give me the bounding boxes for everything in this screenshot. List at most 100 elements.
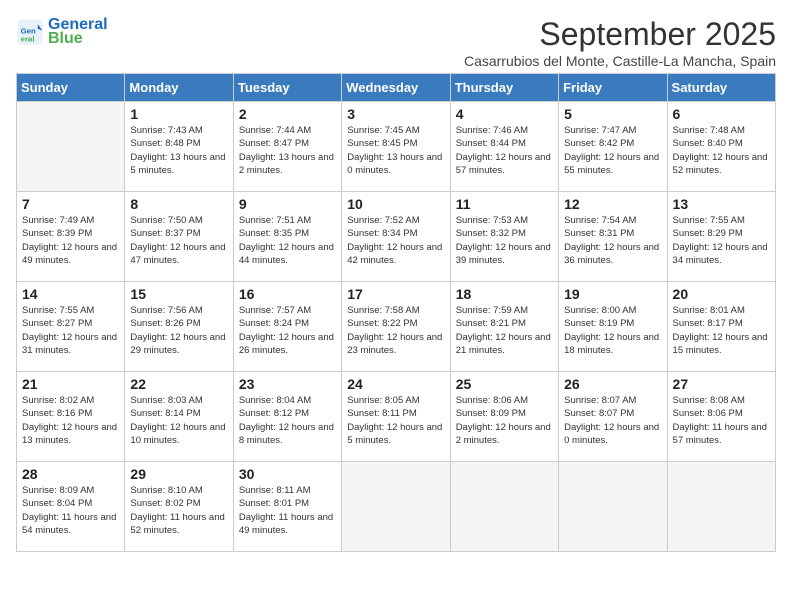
weekday-header-wednesday: Wednesday [342, 74, 450, 102]
calendar-cell [450, 462, 558, 552]
day-info: Sunrise: 8:03 AM Sunset: 8:14 PM Dayligh… [130, 394, 227, 447]
day-number: 30 [239, 466, 336, 482]
day-number: 24 [347, 376, 444, 392]
day-info: Sunrise: 7:45 AM Sunset: 8:45 PM Dayligh… [347, 124, 444, 177]
page-header: Gen eral General Blue September 2025 Cas… [16, 16, 776, 69]
calendar-cell: 5 Sunrise: 7:47 AM Sunset: 8:42 PM Daylig… [559, 102, 667, 192]
day-info: Sunrise: 8:10 AM Sunset: 8:02 PM Dayligh… [130, 484, 227, 537]
day-info: Sunrise: 8:05 AM Sunset: 8:11 PM Dayligh… [347, 394, 444, 447]
calendar-cell: 1Sunrise: 7:43 AM Sunset: 8:48 PM Daylig… [125, 102, 233, 192]
week-row-2: 7 Sunrise: 7:49 AM Sunset: 8:39 PM Daylig… [17, 192, 776, 282]
calendar-cell: 6 Sunrise: 7:48 AM Sunset: 8:40 PM Daylig… [667, 102, 775, 192]
calendar-cell: 16 Sunrise: 7:57 AM Sunset: 8:24 PM Dayli… [233, 282, 341, 372]
day-number: 6 [673, 106, 770, 122]
day-number: 27 [673, 376, 770, 392]
weekday-header-thursday: Thursday [450, 74, 558, 102]
day-number: 1 [130, 106, 227, 122]
day-number: 19 [564, 286, 661, 302]
day-info: Sunrise: 7:55 AM Sunset: 8:29 PM Dayligh… [673, 214, 770, 267]
calendar-cell: 18 Sunrise: 7:59 AM Sunset: 8:21 PM Dayli… [450, 282, 558, 372]
week-row-3: 14 Sunrise: 7:55 AM Sunset: 8:27 PM Dayli… [17, 282, 776, 372]
day-number: 20 [673, 286, 770, 302]
day-info: Sunrise: 7:55 AM Sunset: 8:27 PM Dayligh… [22, 304, 119, 357]
calendar-cell: 11 Sunrise: 7:53 AM Sunset: 8:32 PM Dayli… [450, 192, 558, 282]
calendar-cell: 22 Sunrise: 8:03 AM Sunset: 8:14 PM Dayli… [125, 372, 233, 462]
calendar-cell: 13 Sunrise: 7:55 AM Sunset: 8:29 PM Dayli… [667, 192, 775, 282]
day-info: Sunrise: 7:47 AM Sunset: 8:42 PM Dayligh… [564, 124, 661, 177]
day-info: Sunrise: 7:50 AM Sunset: 8:37 PM Dayligh… [130, 214, 227, 267]
title-block: September 2025 Casarrubios del Monte, Ca… [464, 16, 776, 69]
day-number: 18 [456, 286, 553, 302]
day-number: 29 [130, 466, 227, 482]
svg-text:eral: eral [21, 34, 35, 43]
day-number: 13 [673, 196, 770, 212]
calendar-cell: 23Sunrise: 8:04 AM Sunset: 8:12 PM Dayli… [233, 372, 341, 462]
day-info: Sunrise: 8:06 AM Sunset: 8:09 PM Dayligh… [456, 394, 553, 447]
day-number: 26 [564, 376, 661, 392]
day-number: 11 [456, 196, 553, 212]
day-info: Sunrise: 7:59 AM Sunset: 8:21 PM Dayligh… [456, 304, 553, 357]
calendar-cell: 4Sunrise: 7:46 AM Sunset: 8:44 PM Daylig… [450, 102, 558, 192]
calendar-cell: 20 Sunrise: 8:01 AM Sunset: 8:17 PM Dayli… [667, 282, 775, 372]
day-number: 7 [22, 196, 119, 212]
logo-icon: Gen eral [16, 18, 44, 46]
day-info: Sunrise: 8:01 AM Sunset: 8:17 PM Dayligh… [673, 304, 770, 357]
weekday-header-sunday: Sunday [17, 74, 125, 102]
calendar-cell: 19 Sunrise: 8:00 AM Sunset: 8:19 PM Dayli… [559, 282, 667, 372]
day-info: Sunrise: 7:57 AM Sunset: 8:24 PM Dayligh… [239, 304, 336, 357]
day-info: Sunrise: 7:46 AM Sunset: 8:44 PM Dayligh… [456, 124, 553, 177]
weekday-header-monday: Monday [125, 74, 233, 102]
day-number: 22 [130, 376, 227, 392]
weekday-header-tuesday: Tuesday [233, 74, 341, 102]
day-number: 16 [239, 286, 336, 302]
day-number: 9 [239, 196, 336, 212]
calendar-cell: 10Sunrise: 7:52 AM Sunset: 8:34 PM Dayli… [342, 192, 450, 282]
calendar-header: SundayMondayTuesdayWednesdayThursdayFrid… [17, 74, 776, 102]
calendar-subtitle: Casarrubios del Monte, Castille-La Manch… [464, 53, 776, 69]
calendar-cell [559, 462, 667, 552]
day-info: Sunrise: 7:52 AM Sunset: 8:34 PM Dayligh… [347, 214, 444, 267]
day-number: 25 [456, 376, 553, 392]
week-row-1: 1Sunrise: 7:43 AM Sunset: 8:48 PM Daylig… [17, 102, 776, 192]
day-number: 17 [347, 286, 444, 302]
calendar-title: September 2025 [464, 16, 776, 53]
day-info: Sunrise: 8:04 AM Sunset: 8:12 PM Dayligh… [239, 394, 336, 447]
weekday-header-saturday: Saturday [667, 74, 775, 102]
calendar-cell: 12Sunrise: 7:54 AM Sunset: 8:31 PM Dayli… [559, 192, 667, 282]
calendar-cell: 7 Sunrise: 7:49 AM Sunset: 8:39 PM Daylig… [17, 192, 125, 282]
day-info: Sunrise: 7:48 AM Sunset: 8:40 PM Dayligh… [673, 124, 770, 177]
logo-text: General Blue [48, 16, 108, 48]
day-number: 12 [564, 196, 661, 212]
day-number: 28 [22, 466, 119, 482]
calendar-body: 1Sunrise: 7:43 AM Sunset: 8:48 PM Daylig… [17, 102, 776, 552]
weekday-row: SundayMondayTuesdayWednesdayThursdayFrid… [17, 74, 776, 102]
calendar-cell [17, 102, 125, 192]
day-info: Sunrise: 7:51 AM Sunset: 8:35 PM Dayligh… [239, 214, 336, 267]
calendar-cell: 25 Sunrise: 8:06 AM Sunset: 8:09 PM Dayli… [450, 372, 558, 462]
day-info: Sunrise: 8:02 AM Sunset: 8:16 PM Dayligh… [22, 394, 119, 447]
calendar-cell: 2Sunrise: 7:44 AM Sunset: 8:47 PM Daylig… [233, 102, 341, 192]
calendar-cell [667, 462, 775, 552]
logo: Gen eral General Blue [16, 16, 108, 48]
day-info: Sunrise: 7:53 AM Sunset: 8:32 PM Dayligh… [456, 214, 553, 267]
calendar-cell: 8 Sunrise: 7:50 AM Sunset: 8:37 PM Daylig… [125, 192, 233, 282]
day-info: Sunrise: 7:49 AM Sunset: 8:39 PM Dayligh… [22, 214, 119, 267]
weekday-header-friday: Friday [559, 74, 667, 102]
day-number: 5 [564, 106, 661, 122]
day-info: Sunrise: 8:00 AM Sunset: 8:19 PM Dayligh… [564, 304, 661, 357]
calendar-table: SundayMondayTuesdayWednesdayThursdayFrid… [16, 73, 776, 552]
day-number: 2 [239, 106, 336, 122]
calendar-cell: 26Sunrise: 8:07 AM Sunset: 8:07 PM Dayli… [559, 372, 667, 462]
day-number: 14 [22, 286, 119, 302]
calendar-cell: 28 Sunrise: 8:09 AM Sunset: 8:04 PM Dayli… [17, 462, 125, 552]
day-info: Sunrise: 8:09 AM Sunset: 8:04 PM Dayligh… [22, 484, 119, 537]
calendar-cell: 15Sunrise: 7:56 AM Sunset: 8:26 PM Dayli… [125, 282, 233, 372]
week-row-4: 21Sunrise: 8:02 AM Sunset: 8:16 PM Dayli… [17, 372, 776, 462]
calendar-cell: 29 Sunrise: 8:10 AM Sunset: 8:02 PM Dayli… [125, 462, 233, 552]
day-info: Sunrise: 7:56 AM Sunset: 8:26 PM Dayligh… [130, 304, 227, 357]
calendar-cell: 14 Sunrise: 7:55 AM Sunset: 8:27 PM Dayli… [17, 282, 125, 372]
day-number: 8 [130, 196, 227, 212]
calendar-cell: 21Sunrise: 8:02 AM Sunset: 8:16 PM Dayli… [17, 372, 125, 462]
day-info: Sunrise: 8:08 AM Sunset: 8:06 PM Dayligh… [673, 394, 770, 447]
calendar-cell: 27 Sunrise: 8:08 AM Sunset: 8:06 PM Dayli… [667, 372, 775, 462]
